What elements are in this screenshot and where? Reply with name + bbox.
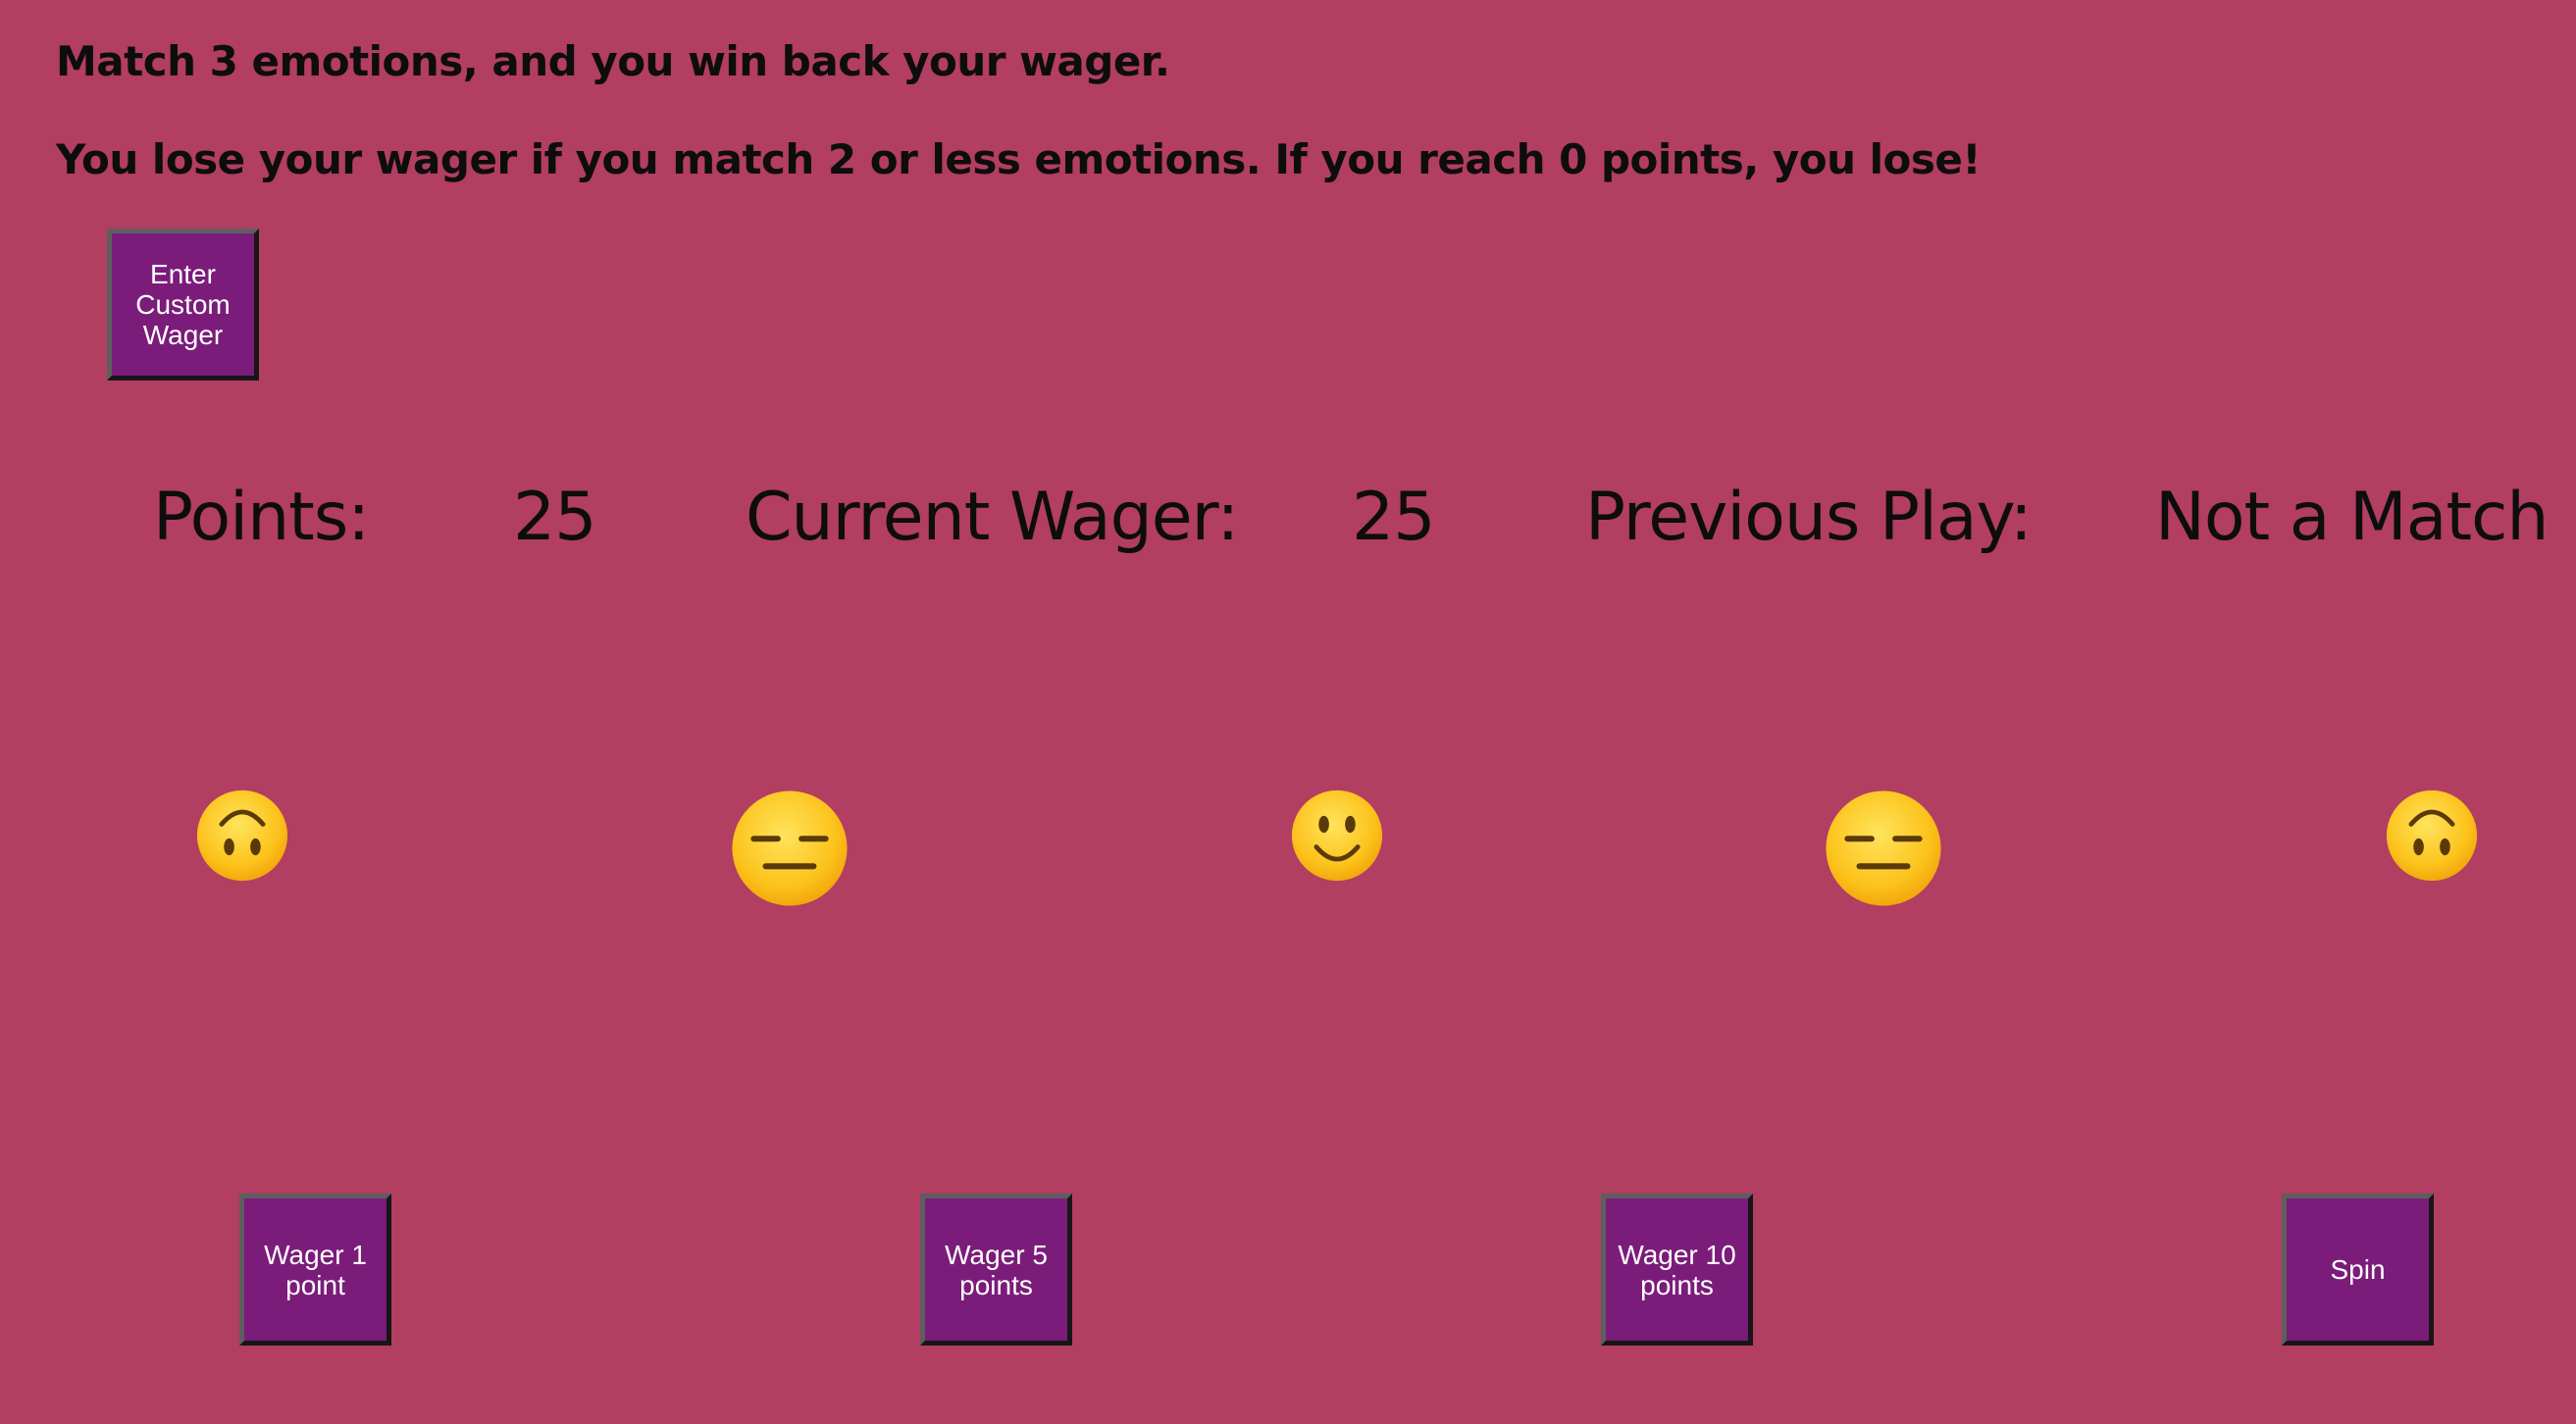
expressionless-face-icon xyxy=(1826,790,1941,906)
enter-custom-wager-button[interactable]: Enter Custom Wager xyxy=(107,229,259,381)
wager-10-points-button[interactable]: Wager 10 points xyxy=(1601,1194,1753,1346)
rules-line-2: You lose your wager if you match 2 or le… xyxy=(56,135,1981,183)
spin-button[interactable]: Spin xyxy=(2282,1194,2434,1346)
points-label: Points: xyxy=(153,479,370,556)
previous-play-value: Not a Match xyxy=(2155,479,2550,556)
upside-down-face-icon xyxy=(2386,789,2478,882)
current-wager-label: Current Wager: xyxy=(746,479,1239,556)
slightly-smiling-face-icon xyxy=(1291,789,1383,882)
previous-play-label: Previous Play: xyxy=(1585,479,2033,556)
points-value: 25 xyxy=(513,479,597,556)
expressionless-face-icon xyxy=(732,790,848,906)
wager-5-points-button[interactable]: Wager 5 points xyxy=(920,1194,1072,1346)
upside-down-face-icon xyxy=(196,789,288,882)
wager-1-point-button[interactable]: Wager 1 point xyxy=(239,1194,391,1346)
rules-line-1: Match 3 emotions, and you win back your … xyxy=(56,37,1170,85)
current-wager-value: 25 xyxy=(1352,479,1436,556)
